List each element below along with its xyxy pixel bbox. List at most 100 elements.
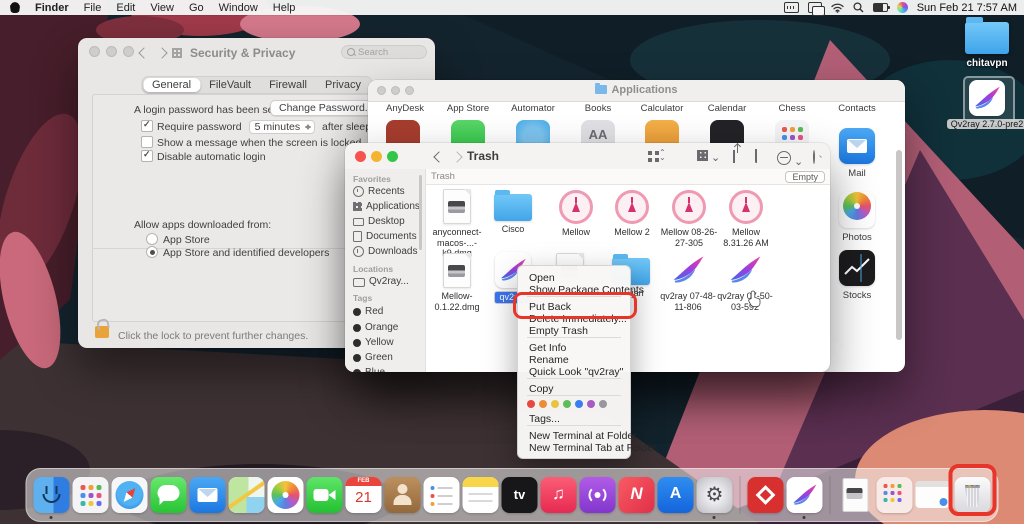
dock-icon-music[interactable]: ♫ [541, 477, 577, 513]
share-icon[interactable] [733, 150, 735, 162]
file-mellow-3[interactable]: Mellow 08-26-27-305 [660, 188, 718, 248]
app-label[interactable]: App Store [436, 103, 500, 114]
menu-item-rename[interactable]: Rename [529, 354, 569, 366]
dock-icon-messages[interactable] [151, 477, 187, 513]
app-label[interactable]: AnyDesk [373, 103, 437, 114]
menu-item-empty-trash[interactable]: Empty Trash [529, 325, 588, 337]
dock-icon-calendar[interactable]: FEB21 [346, 477, 382, 513]
menu-window[interactable]: Window [219, 2, 258, 14]
tag-yellow-dot[interactable] [551, 400, 559, 408]
menu-item-new-terminal[interactable]: New Terminal at Folder [529, 430, 637, 442]
require-password-checkbox[interactable] [141, 120, 153, 132]
show-all-icon[interactable] [172, 48, 182, 58]
dock-icon-trash[interactable] [955, 477, 991, 513]
forward-icon[interactable] [156, 47, 167, 58]
dock-icon-mail[interactable] [190, 477, 226, 513]
menu-help[interactable]: Help [273, 2, 296, 14]
dock-icon-applications-folder[interactable] [877, 477, 913, 513]
menu-go[interactable]: Go [189, 2, 204, 14]
app-item-mail[interactable]: Mail [825, 128, 889, 179]
battery-icon[interactable] [873, 3, 888, 12]
empty-trash-button[interactable]: Empty [785, 171, 825, 183]
sidebar-item-qv2ray-volume[interactable]: Qv2ray... [353, 276, 409, 287]
sidebar-item-recents[interactable]: Recents [353, 186, 405, 197]
tab-privacy[interactable]: Privacy [316, 78, 370, 92]
icon-view-icon[interactable]: ⌃⌄ [648, 150, 666, 165]
sidebar-item-desktop[interactable]: Desktop [353, 216, 405, 227]
search-icon[interactable] [813, 151, 815, 163]
close-button[interactable] [89, 46, 100, 57]
sidebar-scrollbar[interactable] [419, 175, 422, 250]
file-qv2ray-image-1[interactable]: qv2ray 07-48-11-806 [659, 252, 717, 312]
app-label[interactable]: Automator [501, 103, 565, 114]
more-actions-icon[interactable]: ⌄ [777, 150, 803, 168]
menu-item-new-terminal-tab[interactable]: New Terminal Tab at Folder [529, 442, 656, 454]
dock-icon-launchpad[interactable] [73, 477, 109, 513]
lock-message-checkbox[interactable] [141, 136, 153, 148]
tag-gray-dot[interactable] [599, 400, 607, 408]
dock-icon-system-preferences[interactable]: ⚙ [697, 477, 733, 513]
change-password-button[interactable]: Change Password... [270, 100, 383, 116]
back-icon[interactable] [138, 47, 149, 58]
dock-icon-photos[interactable] [268, 477, 304, 513]
dock-icon-podcasts[interactable] [580, 477, 616, 513]
tab-filevault[interactable]: FileVault [200, 78, 260, 92]
tag-purple-dot[interactable] [587, 400, 595, 408]
file-mellow-4[interactable]: Mellow 8.31.26 AM [717, 188, 775, 248]
menu-file[interactable]: File [84, 2, 102, 14]
desktop-icon-chitavpn[interactable]: chitavpn [960, 22, 1014, 69]
file-mellow-2[interactable]: Mellow 2 [603, 188, 661, 238]
group-by-icon[interactable]: ⌄ [697, 150, 720, 164]
dock-icon-contacts[interactable] [385, 477, 421, 513]
tag-orange-dot[interactable] [539, 400, 547, 408]
search-input[interactable]: Search [341, 45, 427, 59]
auto-login-checkbox[interactable] [141, 150, 153, 162]
app-label[interactable]: Chess [760, 103, 824, 114]
appstore-radio[interactable] [146, 233, 158, 245]
dock-icon-tv[interactable]: tv [502, 477, 538, 513]
menu-finder[interactable]: Finder [35, 2, 69, 14]
file-mellow-dmg[interactable]: Mellow-0.1.22.dmg [428, 252, 486, 312]
app-item-stocks[interactable]: Stocks [825, 250, 889, 301]
tag-green-dot[interactable] [563, 400, 571, 408]
tag-red[interactable]: Red [353, 306, 383, 317]
dock-icon-appstore[interactable]: A [658, 477, 694, 513]
tab-general[interactable]: General [143, 78, 200, 92]
dock-icon-anydesk[interactable] [748, 477, 784, 513]
menu-view[interactable]: View [150, 2, 174, 14]
dock-icon-facetime[interactable] [307, 477, 343, 513]
app-item-photos[interactable]: Photos [825, 188, 889, 243]
file-anyconnect-dmg[interactable]: anyconnect-macos-...-k9.dmg [428, 188, 486, 259]
apple-menu-icon[interactable] [10, 2, 20, 13]
menu-item-copy[interactable]: Copy [529, 383, 554, 395]
minimize-button[interactable] [371, 151, 382, 162]
interval-select[interactable]: 5 minutes [249, 120, 316, 134]
dock-icon-safari[interactable] [112, 477, 148, 513]
desktop-icon-qv2ray[interactable] [969, 80, 1005, 116]
forward-icon[interactable] [451, 151, 462, 162]
menu-edit[interactable]: Edit [116, 2, 135, 14]
menu-item-tags[interactable]: Tags... [529, 413, 560, 425]
input-source-icon[interactable] [784, 2, 799, 13]
app-label[interactable]: Books [566, 103, 630, 114]
app-label[interactable]: Calculator [630, 103, 694, 114]
dock-icon-disk-image[interactable] [838, 477, 874, 513]
minimize-button[interactable] [106, 46, 117, 57]
file-qv2ray-image-2[interactable]: qv2ray 07-50-03-592 [716, 252, 774, 312]
sidebar-item-documents[interactable]: Documents [353, 231, 417, 242]
zoom-button[interactable] [387, 151, 398, 162]
spotlight-icon[interactable] [853, 2, 864, 13]
dock-icon-minimized-window[interactable] [916, 477, 952, 513]
wifi-icon[interactable] [831, 3, 844, 13]
tag-green[interactable]: Green [353, 352, 393, 363]
tag-blue-dot[interactable] [575, 400, 583, 408]
dock-icon-notes[interactable] [463, 477, 499, 513]
lock-icon[interactable] [95, 326, 109, 338]
menu-item-get-info[interactable]: Get Info [529, 342, 566, 354]
dock-icon-qv2ray[interactable] [787, 477, 823, 513]
siri-icon[interactable] [897, 2, 908, 13]
screen-mirroring-icon[interactable] [808, 2, 822, 13]
scrollbar[interactable] [896, 150, 902, 340]
dock-icon-reminders[interactable] [424, 477, 460, 513]
tag-red-dot[interactable] [527, 400, 535, 408]
